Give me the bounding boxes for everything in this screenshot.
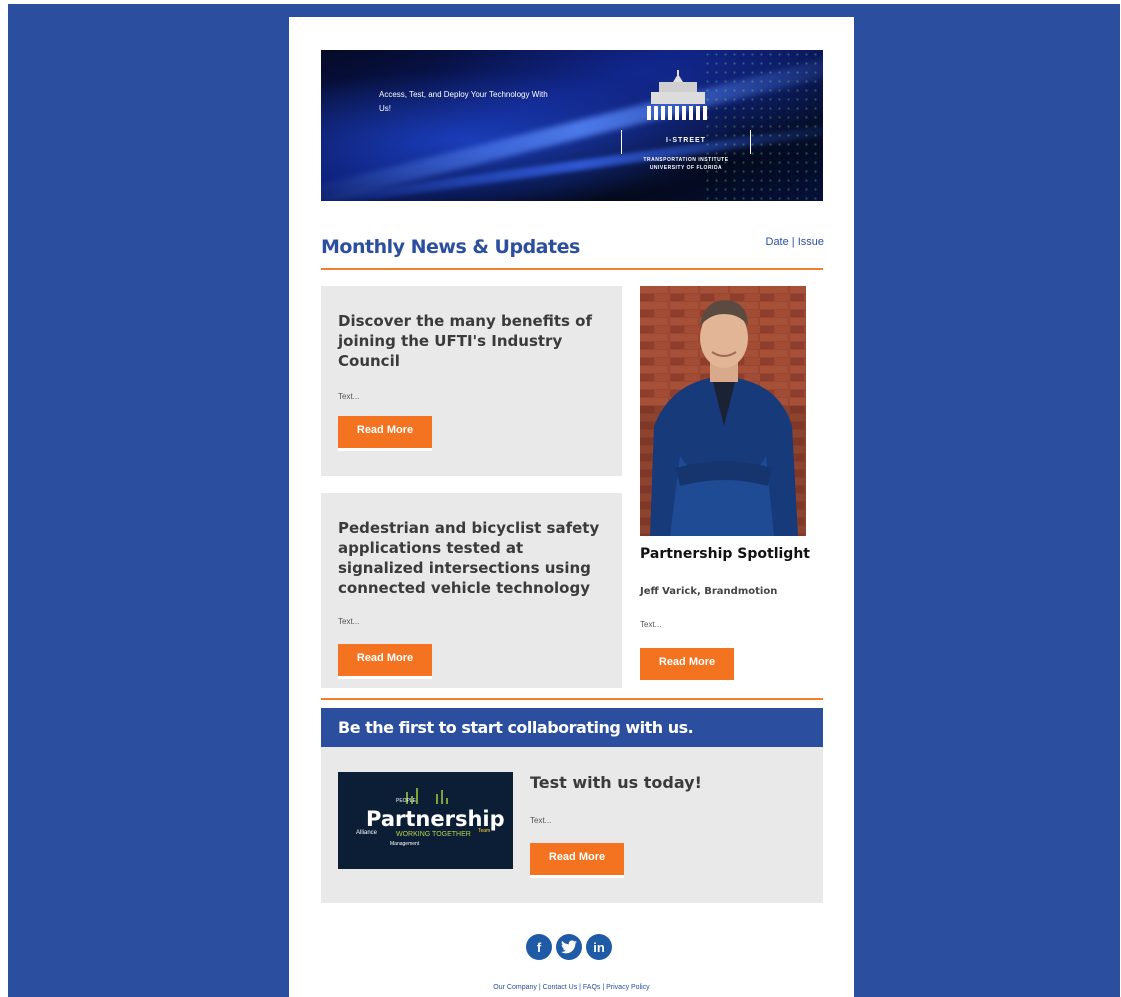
twitter-bird-icon: [561, 940, 577, 954]
article-text: Text...: [338, 617, 360, 626]
article-card: Discover the many benefits of joining th…: [321, 286, 622, 476]
twitter-icon[interactable]: [556, 934, 582, 960]
article-title: Discover the many benefits of joining th…: [338, 312, 592, 370]
logo-sub-line: UNIVERSITY OF FLORIDA: [649, 165, 723, 171]
logo-sub-line: TRANSPORTATION INSTITUTE: [643, 157, 729, 163]
spotlight-photo: [640, 286, 806, 536]
button-label: Read More: [658, 656, 716, 668]
button-label: Read More: [356, 652, 414, 664]
logo-subtitle: TRANSPORTATION INSTITUTE UNIVERSITY OF F…: [611, 156, 761, 172]
email-container: Access, Test, and Deploy Your Technology…: [289, 17, 854, 997]
word-cloud-word: WORKING TOGETHER: [396, 831, 471, 838]
word-cloud: Partnership WORKING TOGETHER Alliance Te…: [338, 772, 513, 869]
word-cloud-word: PEOPLE: [396, 798, 417, 804]
facebook-icon[interactable]: f: [526, 934, 552, 960]
banner-dot-pattern: [703, 50, 823, 201]
spotlight-text: Text...: [640, 620, 662, 629]
portrait-image: [640, 286, 806, 536]
divider: [321, 698, 823, 700]
article-title: Pedestrian and bicyclist safety applicat…: [338, 519, 600, 597]
cta-banner: Be the first to start collaborating with…: [321, 708, 823, 747]
cta-text: Text...: [530, 816, 552, 825]
article-card: Pedestrian and bicyclist safety applicat…: [321, 493, 622, 688]
divider: [321, 268, 823, 270]
logo-name: I-STREET: [666, 137, 706, 144]
article-text: Text...: [338, 392, 360, 401]
word-cloud-word: Team: [478, 828, 490, 834]
date-issue-label: Date | Issue: [765, 236, 825, 248]
button-label: Read More: [356, 424, 414, 436]
spotlight-subtitle: Jeff Varick, Brandmotion: [640, 586, 778, 597]
hero-banner: Access, Test, and Deploy Your Technology…: [321, 50, 823, 201]
istreet-building-icon: [647, 70, 707, 120]
linkedin-icon[interactable]: in: [586, 934, 612, 960]
read-more-button[interactable]: Read More: [530, 843, 624, 878]
cta-title: Test with us today!: [530, 773, 702, 792]
banner-tagline: Access, Test, and Deploy Your Technology…: [379, 90, 548, 113]
read-more-button[interactable]: Read More: [338, 416, 432, 451]
word-cloud-word: Alliance: [356, 830, 378, 836]
button-label: Read More: [548, 851, 606, 863]
spotlight-title: Partnership Spotlight: [640, 546, 810, 562]
newsletter-title: Monthly News & Updates: [321, 236, 580, 258]
cta-section: Partnership WORKING TOGETHER Alliance Te…: [321, 747, 823, 903]
word-cloud-word: Management: [390, 841, 420, 847]
partnership-word-cloud-image: Partnership WORKING TOGETHER Alliance Te…: [338, 772, 513, 869]
footer-links[interactable]: Our Company | Contact Us | FAQs | Privac…: [289, 984, 854, 991]
read-more-button[interactable]: Read More: [338, 644, 432, 679]
social-links: f in: [526, 934, 612, 960]
read-more-button[interactable]: Read More: [640, 648, 734, 683]
